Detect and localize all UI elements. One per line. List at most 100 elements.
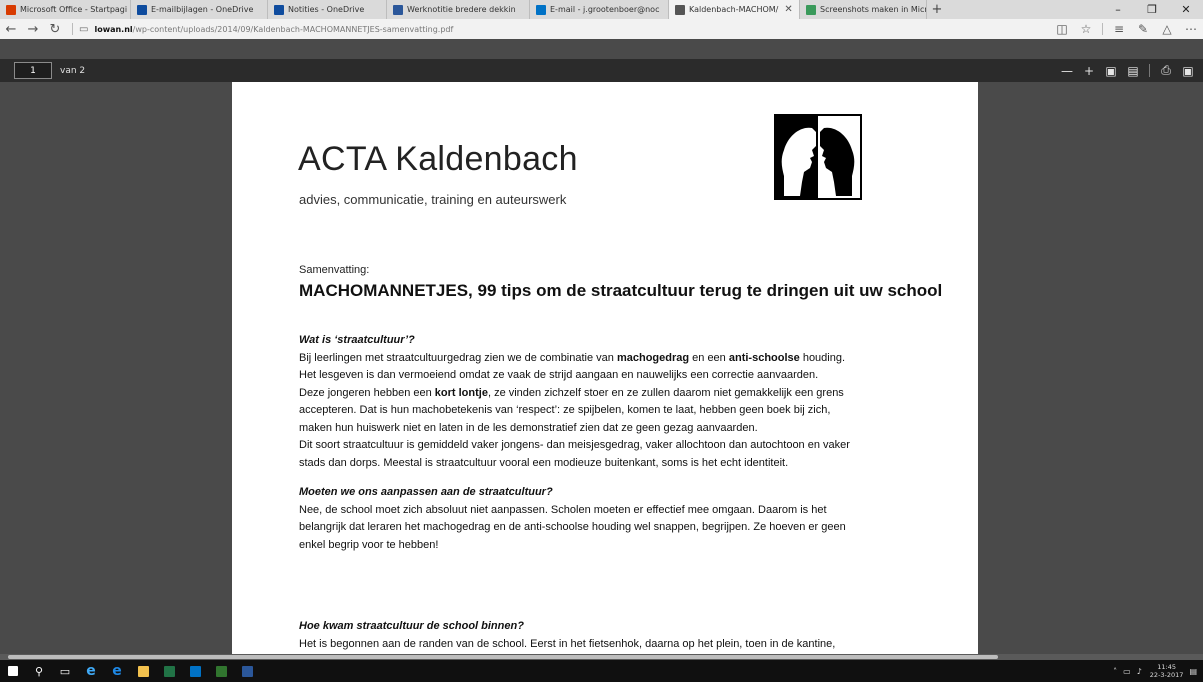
forward-icon[interactable]: → bbox=[22, 22, 44, 37]
new-tab-button[interactable]: + bbox=[927, 0, 947, 19]
tab-4[interactable]: E-mail - j.grootenboer@noc bbox=[530, 0, 669, 19]
tab-2[interactable]: Notities - OneDrive bbox=[268, 0, 387, 19]
section-heading: Wat is ‘straatcultuur’? bbox=[299, 334, 415, 346]
body-text: en een bbox=[689, 351, 729, 364]
browser-tools: ◫ ☆ ≡ ✎ △ ⋯ bbox=[1050, 22, 1203, 36]
body-line: maken hun huiswerk niet en laten in de l… bbox=[299, 420, 919, 438]
body-line: accepteren. Dat is hun machobetekenis va… bbox=[299, 402, 919, 420]
clock-time: 11:45 bbox=[1157, 663, 1176, 671]
favorite-star-icon[interactable]: ☆ bbox=[1074, 22, 1098, 36]
divider bbox=[1102, 23, 1103, 35]
clock[interactable]: 11:45 22-3-2017 bbox=[1150, 663, 1184, 679]
tab-6[interactable]: Screenshots maken in Micrc bbox=[800, 0, 927, 19]
back-icon[interactable]: ← bbox=[0, 22, 22, 37]
url-host: lowan.nl bbox=[94, 24, 133, 34]
url-path: /wp-content/uploads/2014/09/Kaldenbach-M… bbox=[132, 24, 454, 34]
outlook-icon bbox=[536, 4, 546, 15]
body-text: stads dan dorps. Meestal is straatcultuu… bbox=[299, 456, 789, 469]
tab-label: Screenshots maken in Micrc bbox=[820, 5, 927, 14]
divider bbox=[72, 23, 73, 35]
page-icon: ▭ bbox=[79, 23, 89, 35]
page-icon bbox=[675, 4, 685, 15]
excel-icon[interactable] bbox=[156, 660, 182, 682]
outlook-icon[interactable] bbox=[182, 660, 208, 682]
zoom-in-icon[interactable]: + bbox=[1078, 64, 1100, 78]
windows-start-icon[interactable] bbox=[0, 660, 26, 682]
office-icon bbox=[6, 4, 16, 15]
reading-view-icon[interactable]: ◫ bbox=[1050, 22, 1074, 36]
page-number-input[interactable]: 1 bbox=[14, 62, 52, 79]
print-icon[interactable]: ⎙ bbox=[1155, 63, 1177, 78]
body-line: Deze jongeren hebben een kort lontje, ze… bbox=[299, 385, 919, 403]
system-tray: ˄ ▭ ♪ 11:45 22-3-2017 ▤ bbox=[1107, 663, 1197, 679]
edge-icon[interactable]: e bbox=[104, 660, 130, 682]
web-note-icon[interactable]: ✎ bbox=[1131, 22, 1155, 36]
tab-label: Kaldenbach-MACHOM/ bbox=[689, 5, 779, 14]
network-icon[interactable]: ▭ bbox=[1123, 667, 1131, 676]
zoom-out-icon[interactable]: — bbox=[1056, 64, 1078, 78]
tab-label: Werknotitie bredere dekkin bbox=[407, 5, 516, 14]
body-line: Het lesgeven is dan vermoeiend omdat ze … bbox=[299, 367, 919, 385]
logo-subtitle: advies, communicatie, training en auteur… bbox=[299, 192, 567, 207]
maximize-icon[interactable]: ❐ bbox=[1135, 3, 1169, 16]
sway-icon bbox=[806, 4, 816, 15]
address-bar: ← → ↻ ▭ lowan.nl/wp-content/uploads/2014… bbox=[0, 19, 1203, 40]
body-text: Dit soort straatcultuur is gemiddeld vak… bbox=[299, 439, 850, 451]
window-controls: – ❐ ✕ bbox=[1101, 0, 1203, 19]
body-text: enkel begrip voor te hebben! bbox=[299, 538, 439, 551]
body-text: Het lesgeven is dan vermoeiend omdat ze … bbox=[299, 369, 819, 381]
volume-icon[interactable]: ♪ bbox=[1137, 667, 1142, 676]
more-icon[interactable]: ⋯ bbox=[1179, 22, 1203, 36]
tab-1[interactable]: E-mailbijlagen - OneDrive bbox=[131, 0, 268, 19]
scrollbar-thumb[interactable] bbox=[8, 655, 998, 659]
tab-3[interactable]: Werknotitie bredere dekkin bbox=[387, 0, 530, 19]
section-streetculture: Wat is ‘straatcultuur’? Bij leerlingen me… bbox=[299, 332, 919, 472]
task-view-icon[interactable]: ▭ bbox=[52, 660, 78, 682]
body-text: Bij leerlingen met straatcultuurgedrag z… bbox=[299, 351, 617, 364]
save-icon[interactable]: ▣ bbox=[1177, 64, 1199, 78]
section-adapt: Moeten we ons aanpassen aan de straatcul… bbox=[299, 484, 919, 554]
search-icon[interactable]: ⚲ bbox=[26, 660, 52, 682]
fit-page-icon[interactable]: ▣ bbox=[1100, 64, 1122, 78]
url-field[interactable]: lowan.nl/wp-content/uploads/2014/09/Kald… bbox=[94, 25, 453, 34]
minimize-icon[interactable]: – bbox=[1101, 3, 1135, 16]
tab-label: Notities - OneDrive bbox=[288, 5, 365, 14]
close-window-icon[interactable]: ✕ bbox=[1169, 3, 1203, 16]
body-text: belangrijk dat leraren het machogedrag e… bbox=[299, 521, 846, 533]
layout-icon[interactable]: ▤ bbox=[1122, 64, 1144, 78]
share-icon[interactable]: △ bbox=[1155, 22, 1179, 36]
section-heading: Moeten we ons aanpassen aan de straatcul… bbox=[299, 486, 553, 498]
pdf-page: ACTA Kaldenbach advies, communicatie, tr… bbox=[232, 82, 978, 654]
section-heading: Hoe kwam straatcultuur de school binnen? bbox=[299, 620, 524, 632]
body-line: Bij leerlingen met straatcultuurgedrag z… bbox=[299, 350, 919, 368]
section-origin: Hoe kwam straatcultuur de school binnen?… bbox=[299, 618, 919, 653]
body-text: accepteren. Dat is hun machobetekenis va… bbox=[299, 404, 831, 416]
chevron-up-icon[interactable]: ˄ bbox=[1113, 667, 1117, 676]
page-total: van 2 bbox=[60, 65, 86, 76]
tab-5[interactable]: Kaldenbach-MACHOM/ ✕ bbox=[669, 0, 800, 19]
tab-label: E-mail - j.grootenboer@noc bbox=[550, 5, 660, 14]
summary-label: Samenvatting: bbox=[299, 264, 370, 276]
content-background bbox=[0, 39, 1203, 59]
internet-explorer-icon[interactable]: e bbox=[78, 660, 104, 682]
body-line: belangrijk dat leraren het machogedrag e… bbox=[299, 519, 919, 537]
refresh-icon[interactable]: ↻ bbox=[44, 22, 66, 37]
logo-title: ACTA Kaldenbach bbox=[298, 140, 578, 178]
pdf-toolbar: 1 van 2 — + ▣ ▤ ⎙ ▣ bbox=[0, 59, 1203, 82]
tab-label: E-mailbijlagen - OneDrive bbox=[151, 5, 254, 14]
tab-0[interactable]: Microsoft Office - Startpagi bbox=[0, 0, 131, 19]
body-line: enkel begrip voor te hebben! bbox=[299, 537, 919, 555]
word-icon[interactable] bbox=[234, 660, 260, 682]
close-tab-icon[interactable]: ✕ bbox=[784, 4, 792, 15]
file-explorer-icon[interactable] bbox=[130, 660, 156, 682]
clock-date: 22-3-2017 bbox=[1149, 671, 1184, 679]
project-icon[interactable] bbox=[208, 660, 234, 682]
divider bbox=[1149, 64, 1150, 77]
onedrive-icon bbox=[137, 4, 147, 15]
body-line: Nee, de school moet zich absoluut niet a… bbox=[299, 502, 919, 520]
pdf-tools: — + ▣ ▤ ⎙ ▣ bbox=[1056, 63, 1199, 78]
emphasis-text: machogedrag bbox=[616, 351, 690, 364]
body-text: Nee, de school moet zich absoluut niet a… bbox=[299, 503, 827, 516]
notifications-icon[interactable]: ▤ bbox=[1189, 667, 1197, 676]
hub-icon[interactable]: ≡ bbox=[1107, 22, 1131, 36]
